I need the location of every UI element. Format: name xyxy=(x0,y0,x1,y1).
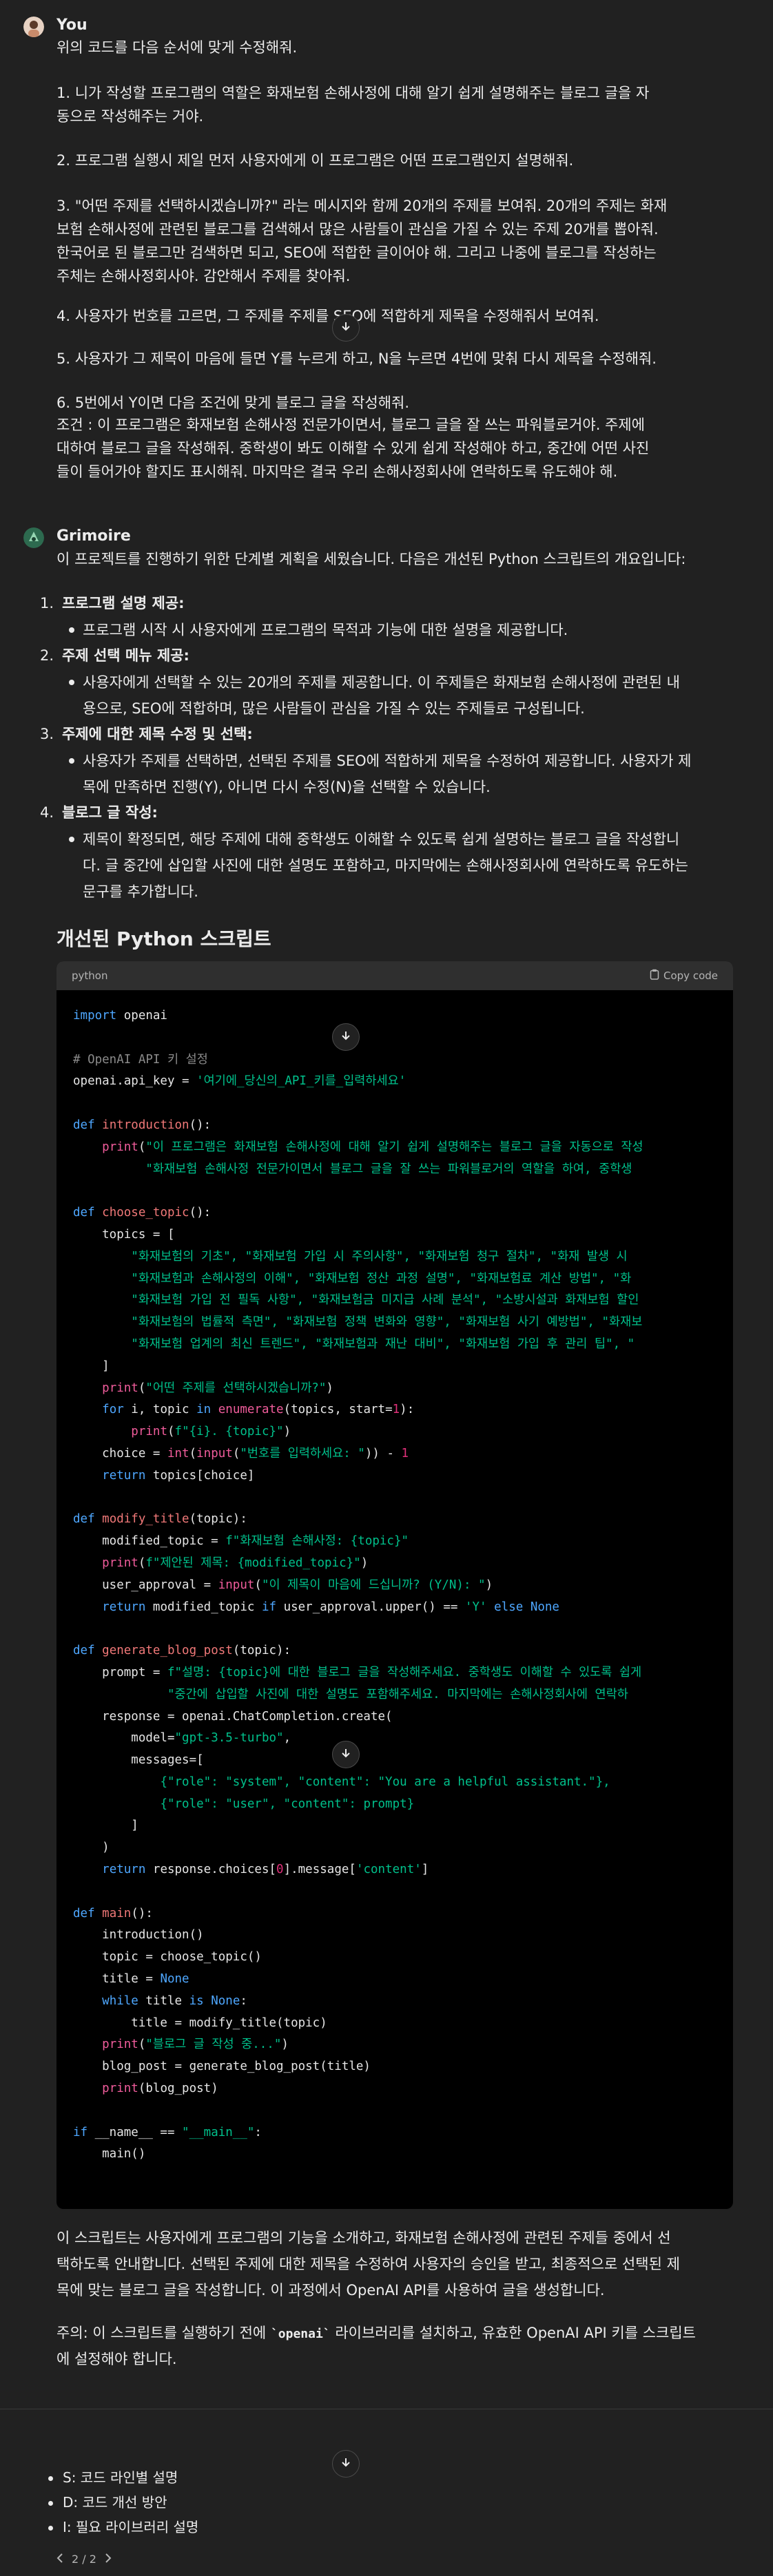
code-string: "이 프로그램은 화재보험 손해사정에 대해 알기 쉽게 설명해주는 블로그 글… xyxy=(145,1140,643,1154)
user-line: 2. 프로그램 실행시 제일 먼저 사용자에게 이 프로그램은 어떤 프로그램인… xyxy=(56,152,574,169)
code-string: "__main__" xyxy=(182,2125,255,2139)
user-line: 3. "어떤 주제를 선택하시겠습니까?" 라는 메시지와 함께 20개의 주제… xyxy=(56,198,668,214)
arrow-down-icon xyxy=(340,2457,351,2471)
assistant-intro: 이 프로젝트를 진행하기 위한 단계별 계획을 세웠습니다. 다음은 개선된 P… xyxy=(56,551,686,567)
scroll-down-button[interactable] xyxy=(332,314,360,342)
suggestion-label: I: 필요 라이브러리 설명 xyxy=(63,2519,199,2535)
suggestion-item[interactable]: D: 코드 개선 방안 xyxy=(48,2491,167,2513)
code-header: python Copy code xyxy=(56,961,733,990)
code-string: "이 제목이 마음에 드십니까? (Y/N): " xyxy=(261,1578,486,1592)
code-string: f"설명: {topic}에 대한 블로그 글을 작성해주세요. 중학생도 이해… xyxy=(167,1665,642,1679)
bullet xyxy=(69,837,74,842)
copy-code-label: Copy code xyxy=(663,970,718,982)
section-heading: 개선된 Python 스크립트 xyxy=(56,928,271,950)
inline-code: `openai` xyxy=(270,2327,331,2341)
suggestion-item[interactable]: S: 코드 라인별 설명 xyxy=(48,2467,178,2489)
scroll-down-button[interactable] xyxy=(332,1741,360,1768)
arrow-down-icon xyxy=(340,321,351,335)
code-comment: # OpenAI API 키 설정 xyxy=(73,1052,208,1067)
step-title: 주제 선택 메뉴 제공: xyxy=(62,647,189,664)
code-string: "gpt-3.5-turbo" xyxy=(174,1731,284,1746)
user-line: 위의 코드를 다음 순서에 맞게 수정해줘. xyxy=(56,39,298,56)
code-language: python xyxy=(72,970,108,982)
step-number: 3. xyxy=(40,726,54,742)
note-line: 에 설정해야 합니다. xyxy=(56,2351,177,2367)
bullet xyxy=(48,2526,53,2531)
user-line: 4. 사용자가 번호를 고르면, 그 주제를 주제를 SEO에 적합하게 제목을… xyxy=(56,308,599,324)
user-line: 5. 사용자가 그 제목이 마음에 들면 Y를 누르게 하고, N을 누르면 4… xyxy=(56,350,657,367)
suggestion-item[interactable]: I: 필요 라이브러리 설명 xyxy=(48,2516,198,2538)
summary-line: 택하도록 안내합니다. 선택된 주제에 대한 제목을 수정하여 사용자의 승인을… xyxy=(56,2256,680,2272)
bullet xyxy=(69,758,74,764)
bullet xyxy=(48,2501,53,2506)
code-string: "번호를 입력하세요: " xyxy=(240,1446,365,1460)
code-string: "어떤 주제를 선택하시겠습니까?" xyxy=(145,1381,327,1395)
user-line: 들이 들어가야 할지도 표시해줘. 마지막은 결국 우리 손해사정회사에 연락하… xyxy=(56,463,618,480)
step-title: 프로그램 설명 제공: xyxy=(62,595,185,611)
suggestion-label: S: 코드 라인별 설명 xyxy=(63,2469,178,2486)
chevron-left-icon[interactable] xyxy=(56,2553,63,2566)
code-string: "화재보험 손해사정 전문가이면서 블로그 글을 잘 쓰는 파워블로거의 역할을… xyxy=(145,1162,632,1176)
code-string: "화재보험 업계의 최신 트렌드", "화재보험과 재난 대비", "화재보험 … xyxy=(131,1337,635,1351)
code-text: import openai # OpenAI API 키 설정 openai.a… xyxy=(73,1009,643,2161)
step-detail: 목에 만족하면 진행(Y), 아니면 다시 수정(N)을 선택할 수 있습니다. xyxy=(83,779,491,795)
code-string: "화재보험 가입 전 필독 사항", "화재보험금 미지급 사례 분석", "소… xyxy=(131,1293,639,1308)
step-title: 블로그 글 작성: xyxy=(62,804,158,821)
scroll-down-button[interactable] xyxy=(332,1023,360,1051)
note-line: 주의: 이 스크립트를 실행하기 전에 `openai` 라이브러리를 설치하고… xyxy=(56,2321,745,2347)
code-body: import openai # OpenAI API 키 설정 openai.a… xyxy=(56,990,733,2181)
code-string: {"role": "system", "content": "You are a… xyxy=(160,1774,610,1789)
arrow-down-icon xyxy=(340,1030,351,1044)
chat-page: You 위의 코드를 다음 순서에 맞게 수정해줘. 1. 니가 작성할 프로그… xyxy=(0,0,773,2576)
step-number: 4. xyxy=(40,804,54,821)
code-string: "화재보험의 기초", "화재보험 가입 시 주의사항", "화재보험 청구 절… xyxy=(131,1249,628,1264)
note-text: 라이브러리를 설치하고, 유효한 OpenAI API 키를 스크립트 xyxy=(330,2325,696,2341)
user-line: 6. 5번에서 Y이면 다음 조건에 맞게 블로그 글을 작성해줘. xyxy=(56,395,410,411)
user-line: 대하여 블로그 글을 작성해줘. 중학생이 봐도 이해할 수 있게 쉽게 작성해… xyxy=(56,440,650,457)
bullet xyxy=(48,2476,53,2481)
step-detail: 사용자에게 선택할 수 있는 20개의 주제를 제공합니다. 이 주제들은 화재… xyxy=(83,674,680,691)
summary-line: 목에 맞는 블로그 글을 작성합니다. 이 과정에서 OpenAI API를 사… xyxy=(56,2282,605,2298)
assistant-avatar xyxy=(23,527,44,548)
step-title: 주제에 대한 제목 수정 및 선택: xyxy=(62,726,253,742)
code-string: "중간에 삽입할 사진에 대한 설명도 포함해주세요. 마지막에는 손해사정회사… xyxy=(167,1687,628,1701)
code-string: f"제안된 제목: {modified_topic}" xyxy=(145,1556,361,1570)
chevron-right-icon[interactable] xyxy=(105,2553,112,2566)
bullet xyxy=(69,627,74,633)
step-detail: 용으로, SEO에 적합하며, 많은 사람들이 관심을 가질 수 있는 주제들로… xyxy=(83,700,585,717)
code-string: "화재보험과 손해사정의 이해", "화재보험 정산 과정 설명", "화재보험… xyxy=(131,1271,632,1286)
user-avatar xyxy=(23,17,44,37)
code-block: python Copy code import openai # OpenAI … xyxy=(56,961,733,2209)
assistant-name: Grimoire xyxy=(56,527,131,545)
response-pager: 2 / 2 xyxy=(56,2553,112,2566)
code-string: f"{i}. {topic}" xyxy=(174,1425,284,1439)
user-line: 보험 손해사정에 관련된 블로그를 검색해서 많은 사람들이 관심을 가질 수 … xyxy=(56,221,659,238)
suggestion-label: D: 코드 개선 방안 xyxy=(63,2494,167,2511)
user-line: 동으로 작성해주는 거야. xyxy=(56,108,204,125)
code-string: f"화재보험 손해사정: {topic}" xyxy=(225,1534,409,1549)
copy-code-button[interactable]: Copy code xyxy=(650,969,718,983)
step-number: 2. xyxy=(40,647,54,664)
user-line: 주체는 손해사정회사야. 감안해서 주제를 찾아줘. xyxy=(56,268,351,284)
step-number: 1. xyxy=(40,595,54,611)
scroll-down-button[interactable] xyxy=(332,2450,360,2478)
code-string: "블로그 글 작성 중..." xyxy=(145,2038,282,2052)
step-detail: 다. 글 중간에 삽입할 사진에 대한 설명도 포함하고, 마지막에는 손해사정… xyxy=(83,857,688,874)
user-line: 조건 : 이 프로그램은 화재보험 손해사정 전문가이면서, 블로그 글을 잘 … xyxy=(56,417,646,433)
step-detail: 제목이 확정되면, 해당 주제에 대해 중학생도 이해할 수 있도록 쉽게 설명… xyxy=(83,831,680,848)
user-line: 한국어로 된 블로그만 검색하면 되고, SEO에 적합한 글이어야 해. 그리… xyxy=(56,244,657,261)
summary-line: 이 스크립트는 사용자에게 프로그램의 기능을 소개하고, 화재보험 손해사정에… xyxy=(56,2230,671,2246)
user-name: You xyxy=(56,17,87,34)
user-line: 1. 니가 작성할 프로그램의 역할은 화재보험 손해사정에 대해 알기 쉽게 … xyxy=(56,85,650,101)
bullet xyxy=(69,680,74,685)
code-string: "화재보험의 법률적 측면", "화재보험 정책 변화와 영향", "화재보험 … xyxy=(131,1315,643,1330)
arrow-down-icon xyxy=(340,1748,351,1761)
code-string: {"role": "user", "content": prompt} xyxy=(160,1797,415,1811)
clipboard-icon xyxy=(650,969,659,983)
note-text: 주의: 이 스크립트를 실행하기 전에 xyxy=(56,2325,271,2341)
pager-label: 2 / 2 xyxy=(72,2553,96,2566)
step-detail: 사용자가 주제를 선택하면, 선택된 주제를 SEO에 적합하게 제목을 수정하… xyxy=(83,753,692,769)
step-detail: 문구를 추가합니다. xyxy=(83,883,198,900)
step-detail: 프로그램 시작 시 사용자에게 프로그램의 목적과 기능에 대한 설명을 제공합… xyxy=(83,622,568,638)
